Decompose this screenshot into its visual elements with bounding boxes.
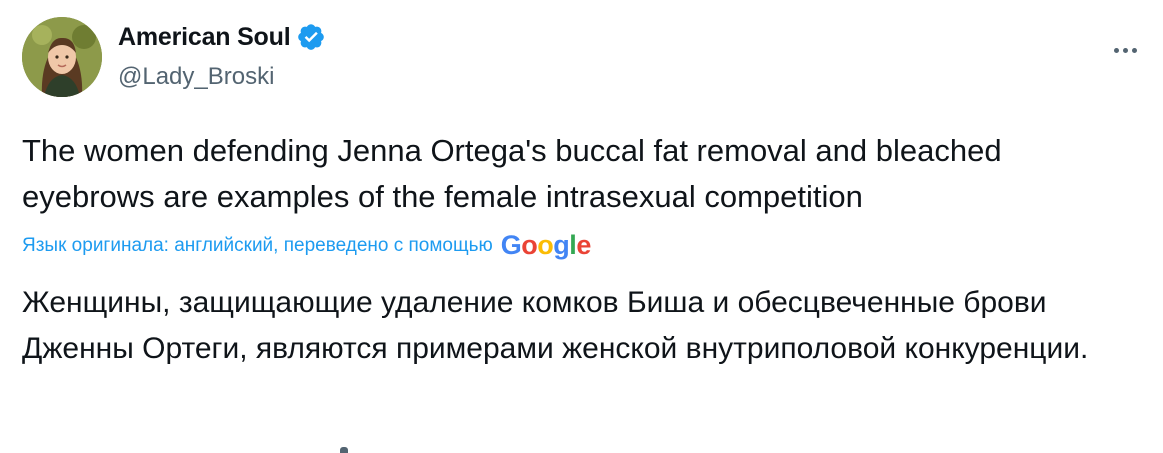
more-dot — [1131, 47, 1137, 53]
avatar-illustration — [22, 17, 102, 97]
cropped-action-icon — [340, 447, 348, 453]
author-handle[interactable]: @Lady_Broski — [118, 63, 274, 91]
verified-badge-icon[interactable] — [296, 22, 326, 52]
translation-note-label[interactable]: Язык оригинала: английский, переведено с… — [22, 235, 493, 257]
tweet-card: American Soul @Lady_Broski The women def… — [0, 0, 1163, 453]
author-name-row: American Soul — [118, 22, 326, 52]
tweet-original-text: The women defending Jenna Ortega's bucca… — [22, 133, 1002, 214]
more-dot — [1113, 47, 1119, 53]
google-logo: Google — [500, 230, 592, 260]
avatar[interactable] — [22, 17, 102, 97]
more-options-icon[interactable] — [1105, 38, 1145, 62]
translation-note[interactable]: Язык оригинала: английский, переведено с… — [22, 232, 591, 259]
more-dot — [1122, 47, 1128, 53]
tweet-translated-text: Женщины, защищающие удаление комков Биша… — [22, 286, 1089, 365]
author-display-name[interactable]: American Soul — [118, 23, 291, 52]
